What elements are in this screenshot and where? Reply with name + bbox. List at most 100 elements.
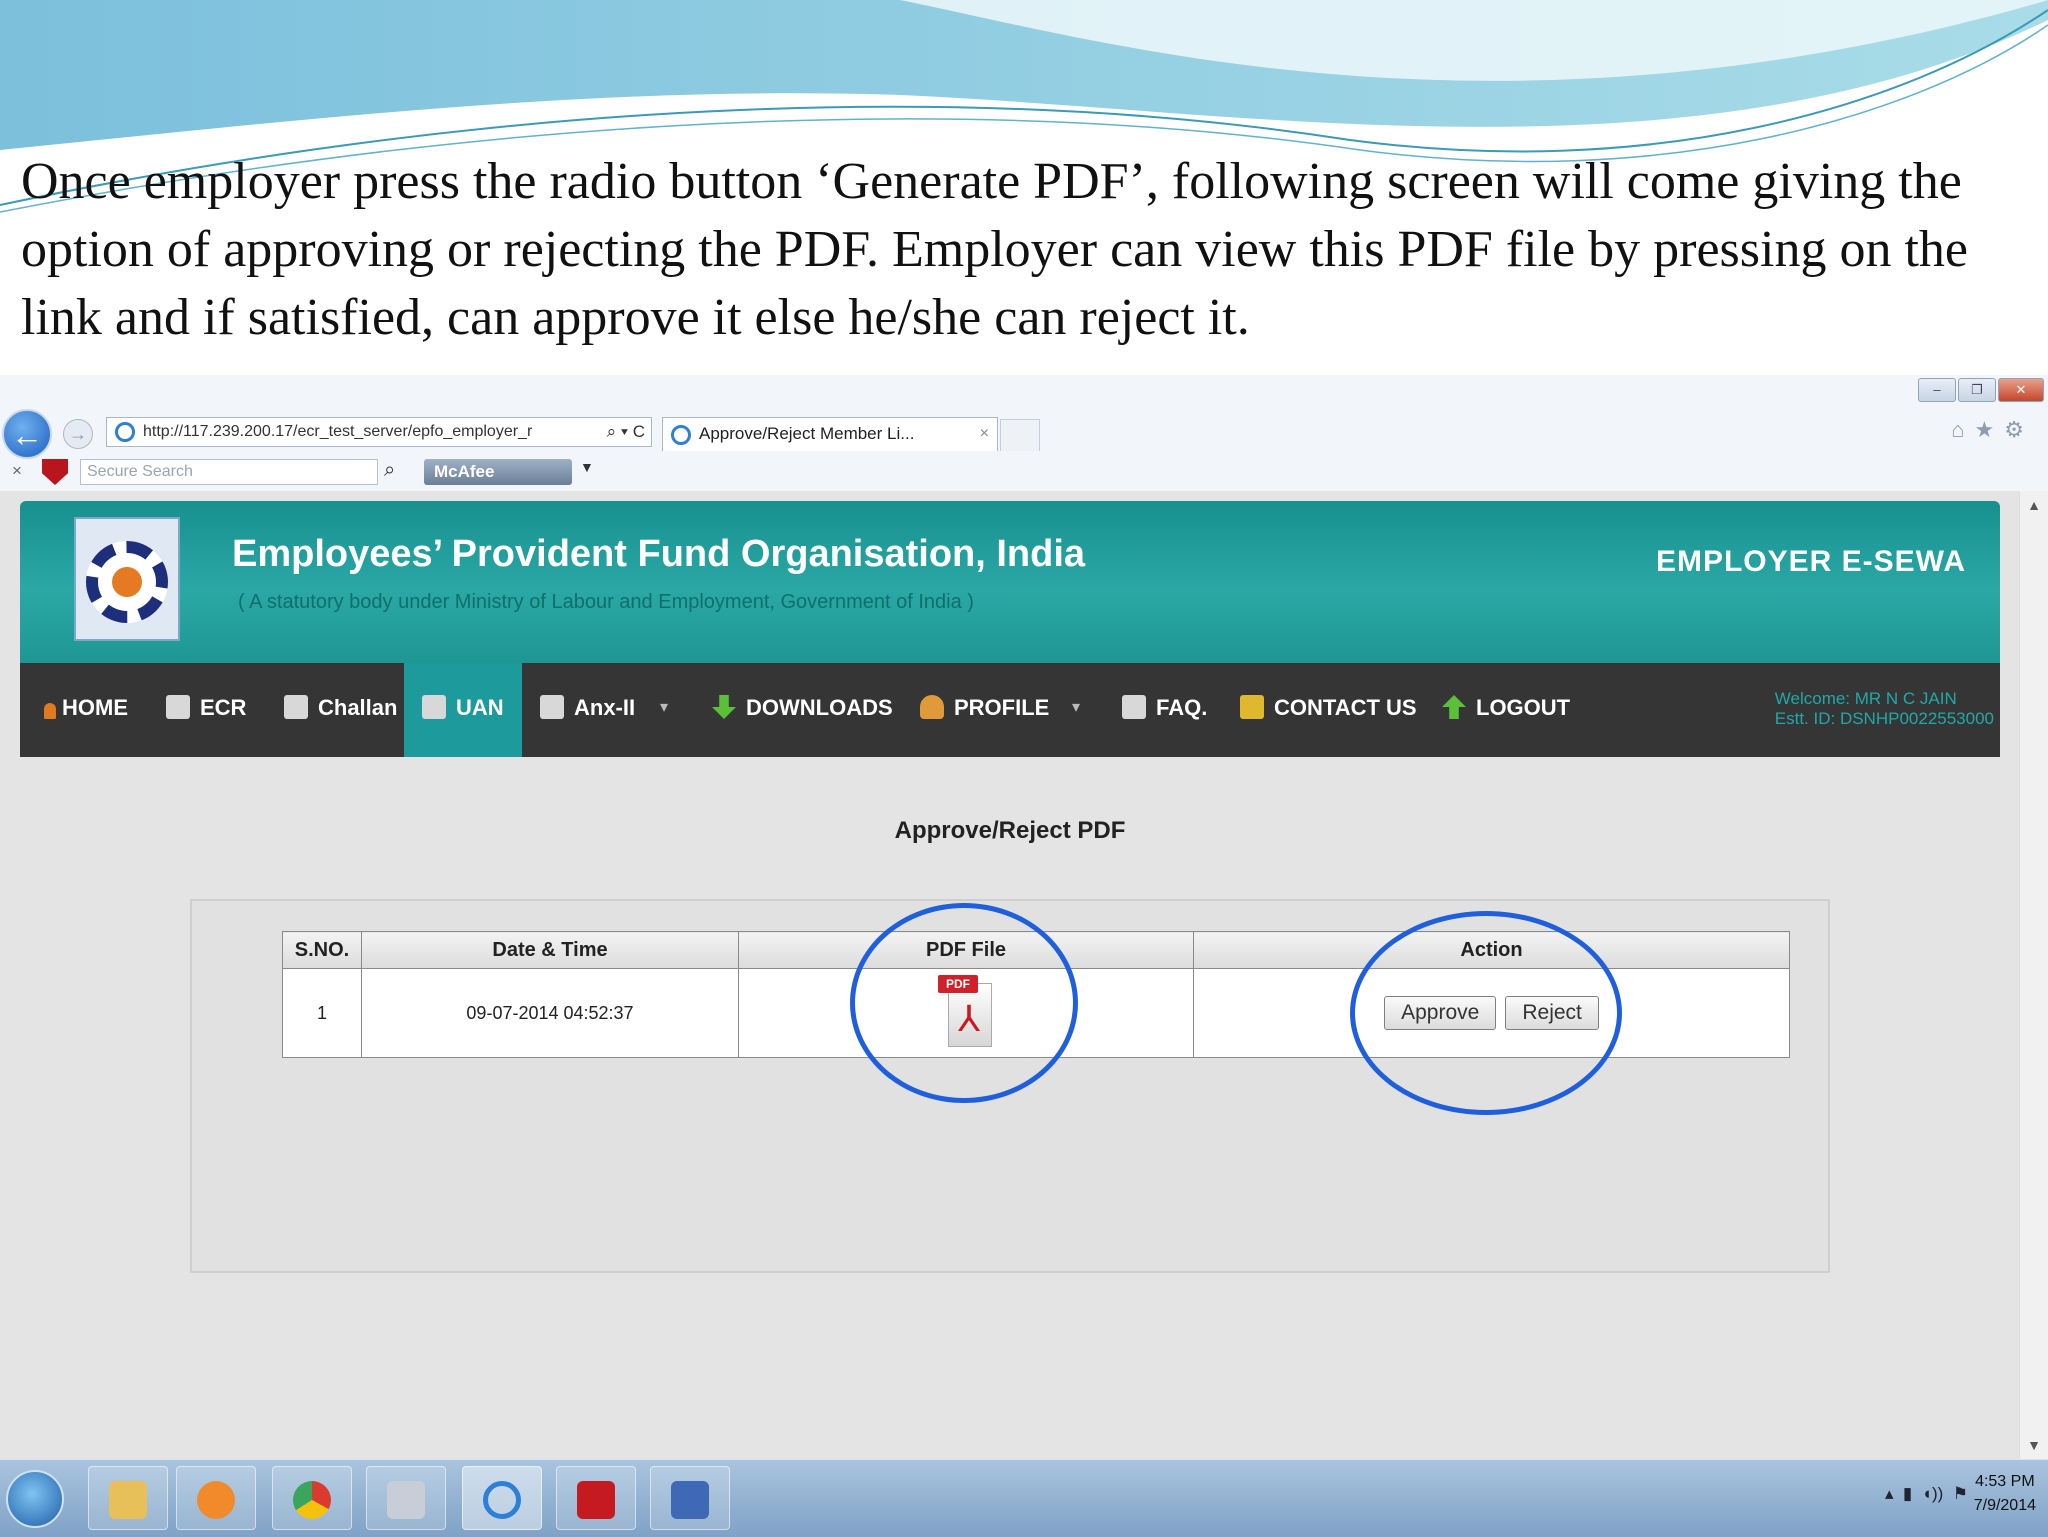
chevron-down-icon[interactable]: ▾ [660, 663, 668, 753]
restore-button[interactable]: ❐ [1958, 378, 1996, 402]
profile-icon [920, 695, 944, 719]
close-toolbar-icon[interactable]: × [12, 461, 22, 481]
establishment-id: Estt. ID: DSNHP0022553000 [1774, 709, 1994, 728]
media-player-icon [197, 1481, 235, 1520]
clock-date: 7/9/2014 [1973, 1497, 2036, 1514]
menu-item-downloads[interactable]: DOWNLOADS [704, 663, 901, 757]
site-header: Employees’ Provident Fund Organisation, … [20, 501, 2000, 663]
page-title: Approve/Reject PDF [894, 817, 1126, 844]
home-icon [44, 703, 56, 719]
chrome-taskbar-button[interactable] [272, 1466, 352, 1530]
clock-time: 4:53 PM [1975, 1473, 2035, 1490]
page-viewport: Employees’ Provident Fund Organisation, … [0, 491, 2020, 1459]
chevron-down-icon[interactable]: ▾ [1072, 663, 1080, 753]
mcafee-toolbar: × Secure Search ⌕ McAfee ▼ [0, 455, 2048, 489]
approve-button[interactable]: Approve [1384, 996, 1497, 1030]
portal-name: EMPLOYER E-SEWA [1655, 545, 1966, 578]
menu-item-faq[interactable]: FAQ. [1114, 663, 1215, 757]
welcome-info: Welcome: MR N C JAIN Estt. ID: DSNHP0022… [1775, 689, 1994, 729]
address-tools[interactable]: ⌕ ▾ C [607, 418, 645, 446]
menu-item-logout[interactable]: LOGOUT [1434, 663, 1578, 757]
cell-pdf-file: PDF ⅄ [738, 968, 1194, 1058]
gear-logo-icon [86, 541, 168, 623]
table-row: 1 09-07-2014 04:52:37 PDF ⅄ Approve Reje… [282, 968, 1790, 1058]
menu-item-profile[interactable]: PROFILE [912, 663, 1057, 757]
download-arrow-icon [712, 695, 736, 719]
menu-item-anx-ii[interactable]: Anx-II [532, 663, 643, 757]
explorer-taskbar-button[interactable] [88, 1466, 168, 1530]
ie-page-icon [115, 422, 135, 442]
upload-arrow-icon [1442, 695, 1466, 719]
browser-window: – ❐ ✕ ← → http://117.239.200.17/ecr_test… [0, 375, 2048, 1537]
new-tab-button[interactable] [1000, 419, 1040, 451]
search-icon[interactable]: ⌕ [384, 459, 395, 482]
main-menu: HOME ECR Challan UAN Anx-II ▾ DOWNLOADS … [20, 663, 2000, 757]
table-header-row: S.NO. Date & Time PDF File Action [282, 931, 1790, 969]
secure-search-input[interactable]: Secure Search [80, 459, 378, 485]
column-header-sno: S.NO. [282, 931, 362, 969]
document-icon [166, 695, 190, 719]
media-player-taskbar-button[interactable] [176, 1466, 256, 1530]
menu-item-home[interactable]: HOME [36, 663, 136, 757]
column-header-date-time: Date & Time [361, 931, 739, 969]
menu-item-ecr[interactable]: ECR [158, 663, 254, 757]
org-title: Employees’ Provident Fund Organisation, … [232, 533, 1086, 575]
internet-explorer-icon [483, 1481, 521, 1520]
document-icon [540, 695, 564, 719]
menu-item-uan[interactable]: UAN [404, 663, 522, 757]
pdf-badge: PDF [938, 974, 978, 993]
back-button[interactable]: ← [2, 409, 52, 459]
document-icon [422, 695, 446, 719]
vertical-scrollbar[interactable]: ▲ ▼ [2019, 491, 2048, 1459]
printer-icon [284, 695, 308, 719]
window-controls: – ❐ ✕ [1918, 378, 2044, 402]
browser-tab[interactable]: Approve/Reject Member Li... × [662, 417, 998, 451]
address-text: http://117.239.200.17/ecr_test_server/ep… [143, 423, 533, 440]
pdf-table: S.NO. Date & Time PDF File Action 1 09-0… [282, 931, 1790, 1058]
column-header-action: Action [1193, 931, 1790, 969]
system-tray[interactable]: ▴ ▮ ◖)) ⚑ [1885, 1484, 1968, 1504]
welcome-user: Welcome: MR N C JAIN [1774, 689, 1957, 708]
start-button[interactable] [6, 1470, 64, 1528]
scroll-up-arrow-icon[interactable]: ▲ [2020, 493, 2048, 517]
tab-title: Approve/Reject Member Li... [699, 424, 915, 443]
windows-taskbar: ▴ ▮ ◖)) ⚑ 4:53 PM 7/9/2014 [0, 1459, 2048, 1537]
slide-caption: Once employer press the radio button ‘Ge… [21, 153, 1968, 346]
chrome-icon [293, 1481, 331, 1520]
acrobat-icon [577, 1481, 615, 1520]
taskbar-clock[interactable]: 4:53 PM 7/9/2014 [1974, 1470, 2036, 1518]
pdf-file-link[interactable]: PDF ⅄ [936, 974, 996, 1051]
column-header-pdf-file: PDF File [738, 931, 1194, 969]
reject-button[interactable]: Reject [1505, 996, 1599, 1030]
menu-item-challan[interactable]: Challan [276, 663, 405, 757]
adobe-acrobat-icon: ⅄ [958, 997, 980, 1039]
scroll-down-arrow-icon[interactable]: ▼ [2020, 1433, 2048, 1457]
word-icon [671, 1481, 709, 1520]
address-bar[interactable]: http://117.239.200.17/ecr_test_server/ep… [106, 417, 652, 447]
minimize-button[interactable]: – [1918, 378, 1956, 402]
edit-icon [1122, 695, 1146, 719]
word-taskbar-button[interactable] [650, 1466, 730, 1530]
browser-nav-row: ← → http://117.239.200.17/ecr_test_serve… [0, 405, 2048, 459]
ie-taskbar-button[interactable] [462, 1466, 542, 1530]
org-subtitle: ( A statutory body under Ministry of Lab… [238, 591, 974, 613]
database-icon [387, 1481, 425, 1520]
cell-date-time: 09-07-2014 04:52:37 [361, 968, 739, 1058]
home-favorites-tools-icons[interactable]: ⌂★⚙ [1951, 417, 2034, 443]
cell-action: Approve Reject [1193, 968, 1790, 1058]
close-button[interactable]: ✕ [1998, 378, 2044, 402]
content-panel: S.NO. Date & Time PDF File Action 1 09-0… [190, 899, 1830, 1273]
mcafee-shield-icon [42, 459, 68, 485]
acrobat-taskbar-button[interactable] [556, 1466, 636, 1530]
chevron-down-icon[interactable]: ▼ [580, 459, 594, 475]
epfo-logo [74, 517, 180, 641]
forward-button[interactable]: → [63, 419, 93, 449]
folder-icon [109, 1481, 147, 1520]
ie-tab-icon [671, 425, 691, 445]
mcafee-button[interactable]: McAfee [424, 459, 572, 485]
cell-sno: 1 [282, 968, 362, 1058]
menu-item-contact-us[interactable]: CONTACT US [1232, 663, 1425, 757]
database-taskbar-button[interactable] [366, 1466, 446, 1530]
tab-close-icon[interactable]: × [980, 418, 989, 450]
contact-card-icon [1240, 695, 1264, 719]
